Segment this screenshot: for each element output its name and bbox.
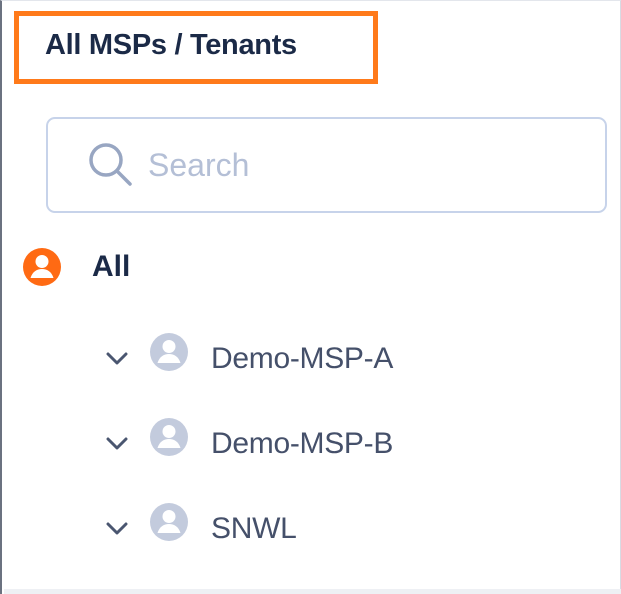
chevron-down-icon[interactable]	[103, 515, 131, 543]
tree-item-all[interactable]: All	[22, 246, 130, 288]
tenant-selector-panel: All MSPs / Tenants All	[0, 0, 621, 594]
panel-title: All MSPs / Tenants	[45, 29, 297, 61]
tree-item-label: Demo-MSP-B	[211, 427, 394, 460]
search-icon	[86, 140, 136, 190]
user-circle-icon	[149, 417, 189, 457]
search-input[interactable]	[148, 146, 548, 184]
tree-item-tenant[interactable]: Demo-MSP-A	[103, 333, 394, 381]
tree-item-label: Demo-MSP-A	[211, 342, 394, 375]
panel-bottom-edge	[4, 589, 621, 594]
user-circle-icon	[22, 247, 62, 287]
chevron-down-icon[interactable]	[103, 345, 131, 373]
search-box[interactable]	[46, 117, 607, 213]
tree-item-label: All	[92, 250, 131, 283]
chevron-down-icon[interactable]	[103, 430, 131, 458]
user-circle-icon	[149, 502, 189, 542]
tree-item-label: SNWL	[211, 512, 297, 545]
tree-item-tenant[interactable]: SNWL	[103, 503, 297, 551]
tree-item-tenant[interactable]: Demo-MSP-B	[103, 418, 394, 466]
user-circle-icon	[149, 332, 189, 372]
